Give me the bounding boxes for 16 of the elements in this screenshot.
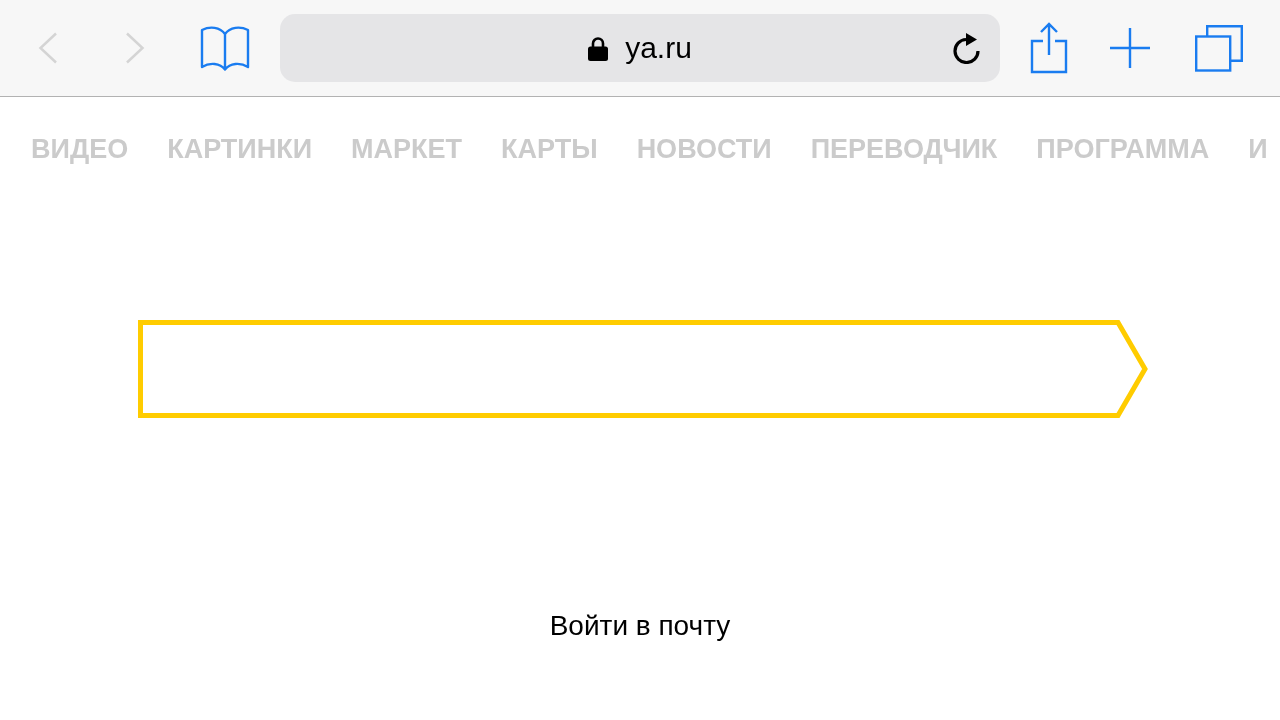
chevron-left-icon bbox=[38, 32, 58, 64]
mail-link[interactable]: Войти в почту bbox=[549, 610, 731, 642]
new-tab-button[interactable] bbox=[1110, 28, 1150, 68]
search-field[interactable] bbox=[138, 320, 1148, 418]
open-book-icon bbox=[200, 25, 250, 71]
tabs-button[interactable] bbox=[1195, 24, 1243, 72]
reload-button[interactable] bbox=[951, 32, 982, 64]
url-text: ya.ru bbox=[625, 30, 692, 66]
share-icon bbox=[1030, 22, 1068, 74]
tabs-icon bbox=[1195, 24, 1243, 72]
chevron-right-icon bbox=[125, 32, 145, 64]
bookmarks-button[interactable] bbox=[200, 25, 250, 71]
share-button[interactable] bbox=[1030, 22, 1068, 74]
address-bar[interactable]: ya.ru bbox=[280, 14, 1000, 82]
plus-icon bbox=[1110, 28, 1150, 68]
reload-icon bbox=[951, 32, 982, 64]
